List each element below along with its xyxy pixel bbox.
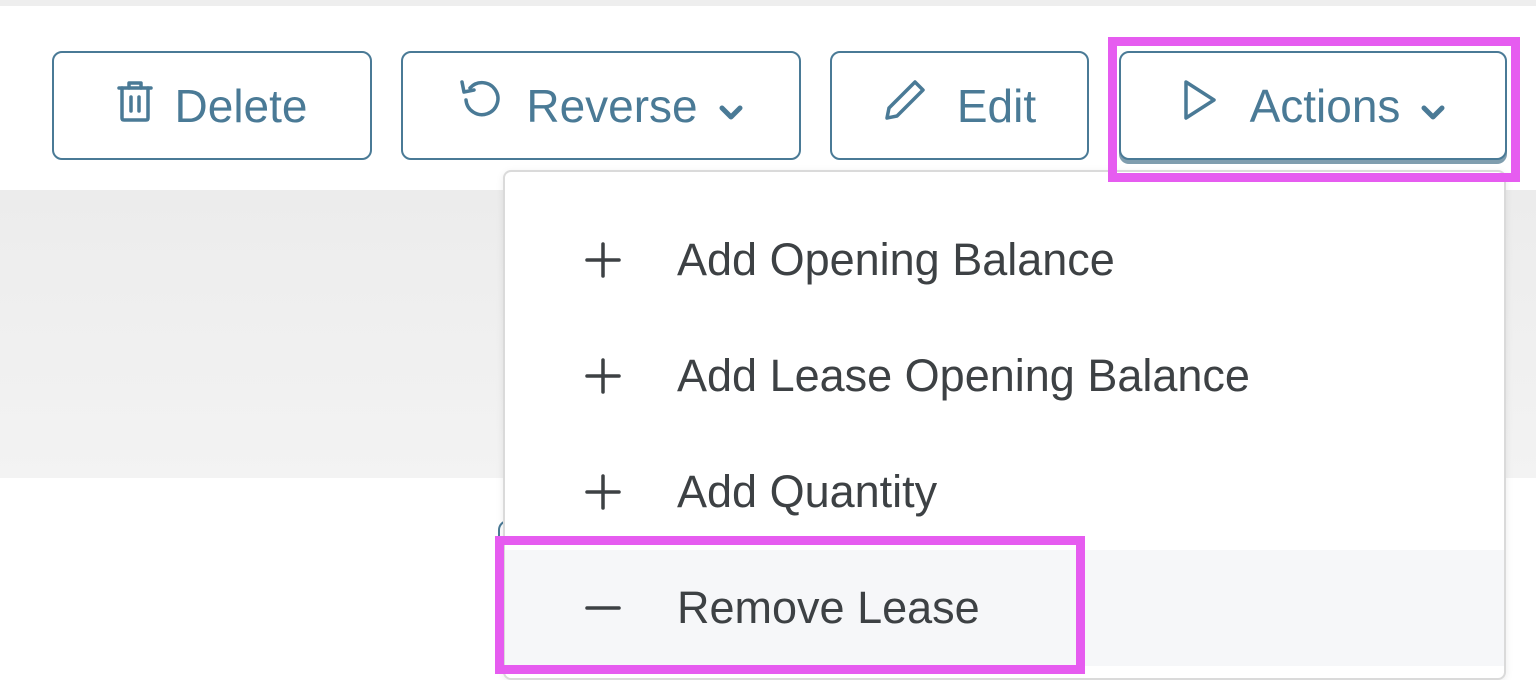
undo-icon	[458, 78, 504, 133]
menu-item-remove-lease[interactable]: Remove Lease	[505, 550, 1504, 666]
menu-item-label: Remove Lease	[677, 582, 980, 633]
actions-dropdown-menu: Add Opening Balance Add Lease Opening Ba…	[503, 170, 1506, 680]
edit-button[interactable]: Edit	[830, 51, 1089, 160]
delete-button-label: Delete	[174, 79, 308, 132]
actions-button-label: Actions	[1249, 79, 1401, 132]
plus-icon	[585, 358, 655, 394]
chevron-down-icon	[718, 79, 744, 133]
chevron-down-icon	[1420, 79, 1446, 133]
minus-icon	[585, 590, 655, 626]
delete-button[interactable]: Delete	[52, 51, 372, 160]
pencil-icon	[883, 78, 927, 133]
menu-item-add-lease-opening-balance[interactable]: Add Lease Opening Balance	[505, 318, 1504, 434]
reverse-button[interactable]: Reverse	[401, 51, 801, 160]
menu-item-add-opening-balance[interactable]: Add Opening Balance	[505, 202, 1504, 318]
trash-icon	[116, 79, 153, 133]
reverse-button-label: Reverse	[526, 79, 698, 132]
plus-icon	[585, 474, 655, 510]
menu-item-label: Add Opening Balance	[677, 234, 1115, 285]
menu-item-label: Add Quantity	[677, 466, 938, 517]
menu-item-add-quantity[interactable]: Add Quantity	[505, 434, 1504, 550]
menu-item-label: Add Lease Opening Balance	[677, 350, 1250, 401]
top-strip	[0, 0, 1536, 6]
edit-button-label: Edit	[956, 79, 1037, 132]
actions-button[interactable]: Actions	[1119, 51, 1507, 160]
plus-icon	[585, 242, 655, 278]
play-icon	[1180, 78, 1220, 133]
